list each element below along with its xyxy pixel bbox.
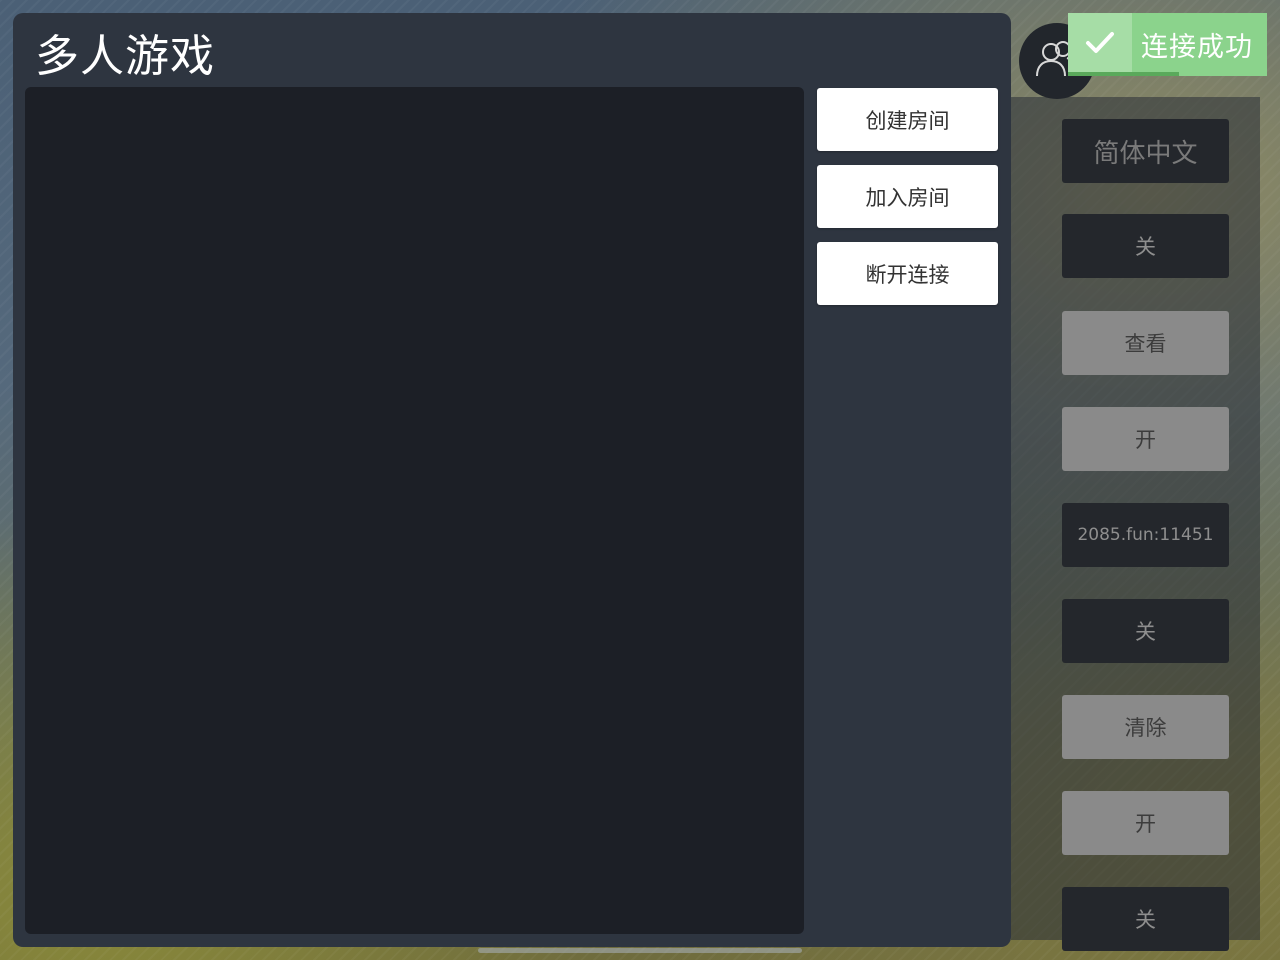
server-address-field[interactable]: 2085.fun:11451 — [1062, 503, 1229, 567]
setting-toggle-4[interactable]: 开 — [1062, 791, 1229, 855]
view-button[interactable]: 查看 — [1062, 311, 1229, 375]
check-icon — [1082, 25, 1118, 65]
dialog-title: 多人游戏 — [35, 31, 215, 82]
scroll-indicator[interactable] — [478, 948, 802, 953]
toast-progress-bar — [1068, 72, 1180, 76]
settings-panel: 简体中文 关 查看 开 2085.fun:11451 关 清除 开 关 — [1011, 97, 1260, 951]
setting-toggle-1[interactable]: 关 — [1062, 214, 1229, 278]
toast-message: 连接成功 — [1141, 32, 1253, 63]
room-list[interactable] — [25, 87, 804, 934]
disconnect-button[interactable]: 断开连接 — [817, 242, 998, 305]
setting-toggle-3[interactable]: 关 — [1062, 599, 1229, 663]
toast-notification: 连接成功 — [1068, 13, 1267, 76]
toast-icon-box — [1068, 13, 1132, 76]
join-room-button[interactable]: 加入房间 — [817, 165, 998, 228]
multiplayer-dialog: 多人游戏 创建房间 加入房间 断开连接 — [13, 13, 1011, 947]
create-room-button[interactable]: 创建房间 — [817, 88, 998, 151]
language-select[interactable]: 简体中文 — [1062, 119, 1229, 183]
setting-toggle-5[interactable]: 关 — [1062, 887, 1229, 951]
clear-button[interactable]: 清除 — [1062, 695, 1229, 759]
setting-toggle-2[interactable]: 开 — [1062, 407, 1229, 471]
